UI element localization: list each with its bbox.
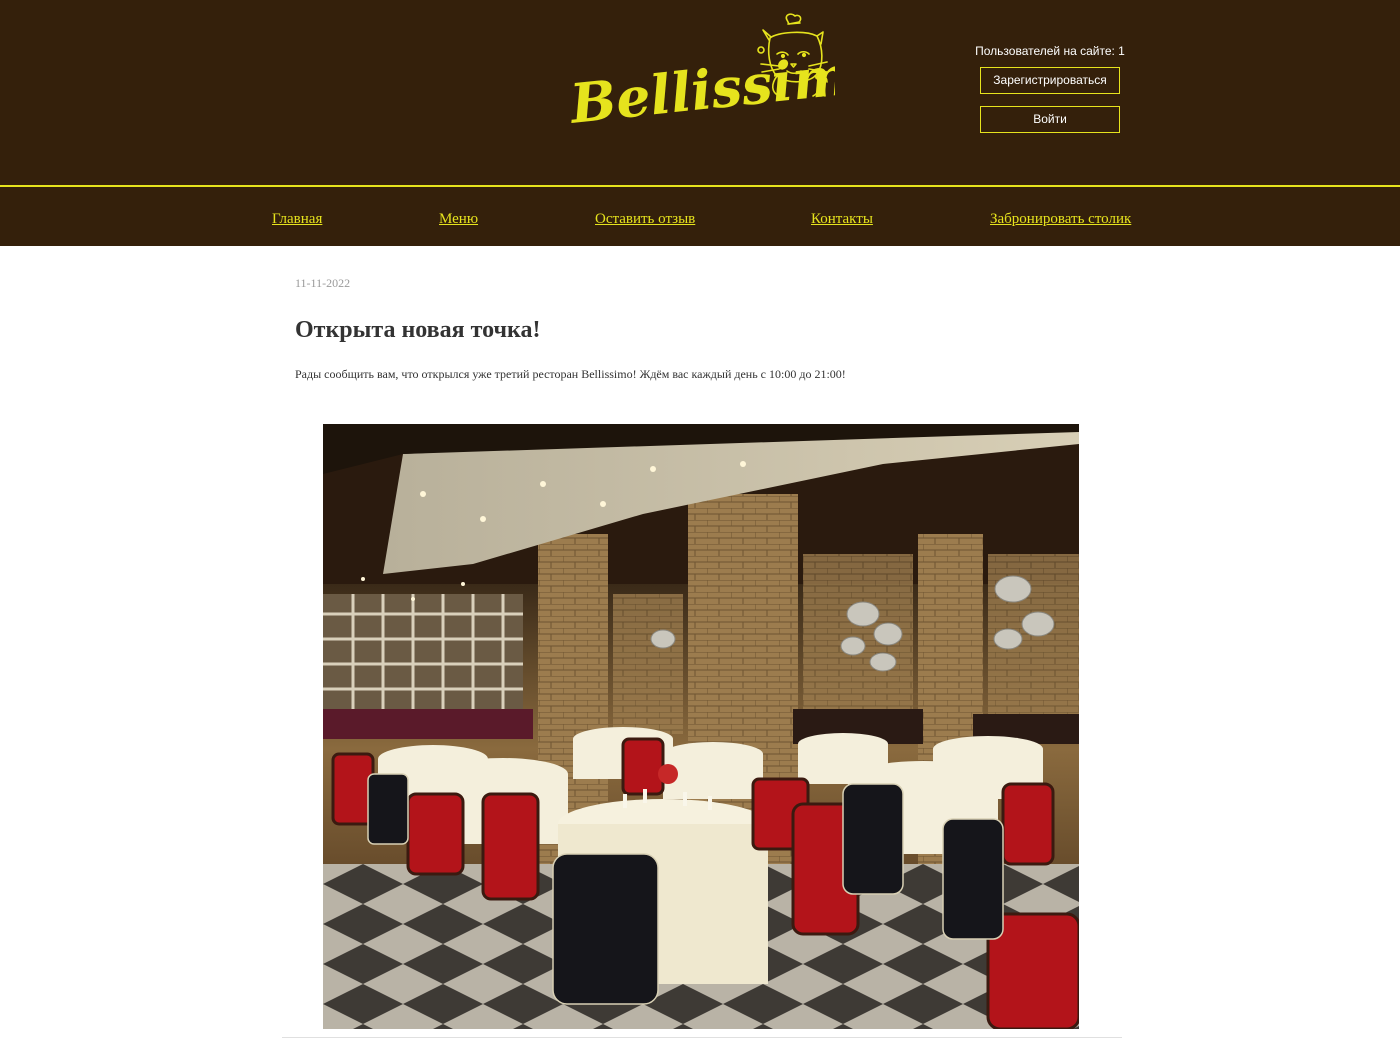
nav-link-menu[interactable]: Меню [439,211,478,228]
online-users: Пользователей на сайте: 1 [970,43,1130,59]
auth-panel: Пользователей на сайте: 1 Зарегистрирова… [970,40,1130,133]
nav-link-contacts[interactable]: Контакты [811,211,873,228]
post-text: Рады сообщить вам, что открылся уже трет… [295,367,846,381]
nav-link-review[interactable]: Оставить отзыв [595,211,695,228]
online-users-count: 1 [1118,44,1125,58]
main-nav: Главная Меню Оставить отзыв Контакты Заб… [0,187,1400,246]
online-users-label: Пользователей на сайте: [975,44,1119,58]
site-header: Bellissimo Пользователей на сайте: 1 Зар… [0,0,1400,187]
nav-link-home[interactable]: Главная [272,211,322,228]
post-title: Открыта новая точка! [295,317,541,343]
bellissimo-logo[interactable]: Bellissimo [565,12,835,137]
login-button[interactable]: Войти [980,106,1120,133]
logo-text: Bellissimo [565,39,835,136]
content-divider [282,1037,1122,1038]
register-button[interactable]: Зарегистрироваться [980,67,1120,94]
restaurant-photo [323,424,1079,1029]
post-date: 11-11-2022 [295,276,351,290]
nav-link-book-table[interactable]: Забронировать столик [990,211,1131,228]
